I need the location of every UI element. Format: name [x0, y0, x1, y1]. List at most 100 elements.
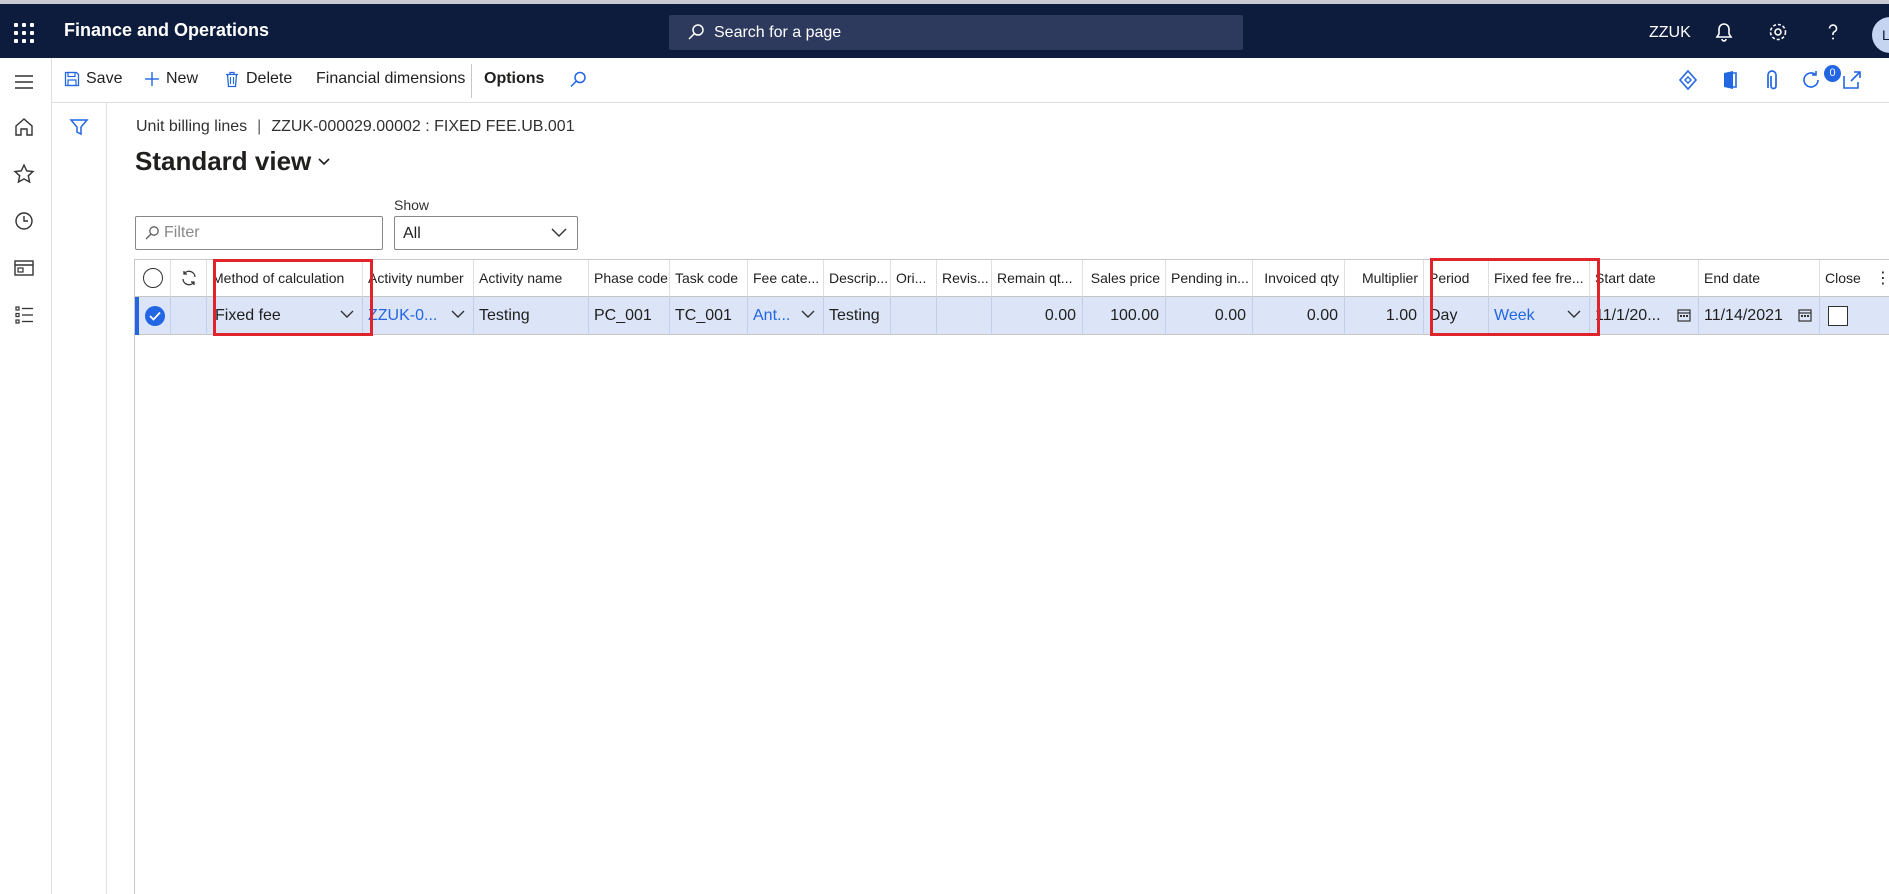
method-value: Fixed fee: [215, 307, 281, 324]
cell-multiplier[interactable]: 1.00: [1345, 297, 1424, 335]
cell-close[interactable]: [1820, 297, 1889, 335]
calendar-icon[interactable]: [1677, 308, 1691, 322]
header-activity-name[interactable]: Activity name: [474, 260, 589, 297]
trash-icon: [226, 71, 238, 87]
cell-description[interactable]: Testing: [824, 297, 891, 335]
open-new-window-icon[interactable]: [1840, 68, 1864, 92]
header-pending-invoice[interactable]: Pending in...: [1166, 260, 1253, 297]
attachment-icon[interactable]: [1760, 68, 1784, 92]
start-date-value: 11/1/20...: [1595, 307, 1661, 324]
cell-original[interactable]: [891, 297, 937, 335]
new-label: New: [166, 70, 199, 87]
chevron-down-icon[interactable]: [801, 309, 815, 319]
activity-number-value[interactable]: ZZUK-0...: [368, 307, 437, 324]
favorites-star-icon[interactable]: [13, 163, 35, 185]
header-phase-code[interactable]: Phase code: [589, 260, 670, 297]
save-icon: [64, 71, 80, 87]
modules-list-icon[interactable]: [13, 304, 35, 326]
header-original[interactable]: Ori...: [891, 260, 937, 297]
close-checkbox[interactable]: [1828, 306, 1848, 326]
bell-icon[interactable]: [1713, 21, 1735, 43]
cell-fixed-fee-frequency[interactable]: Week: [1489, 297, 1590, 335]
delete-button[interactable]: Delete: [224, 70, 292, 88]
show-dropdown[interactable]: All: [394, 216, 578, 250]
row-select[interactable]: [135, 297, 171, 335]
select-all-header[interactable]: [135, 260, 171, 297]
chevron-down-icon: [551, 228, 567, 237]
cell-remain-qty[interactable]: 0.00: [992, 297, 1083, 335]
home-icon[interactable]: [13, 116, 35, 138]
cell-pending-invoice[interactable]: 0.00: [1166, 297, 1253, 335]
cell-task-code[interactable]: TC_001: [670, 297, 748, 335]
left-navigation: [0, 58, 52, 894]
cell-activity-number[interactable]: ZZUK-0...: [363, 297, 474, 335]
cell-start-date[interactable]: 11/1/20...: [1590, 297, 1699, 335]
table-row[interactable]: Fixed fee ZZUK-0... Testing PC_001 TC_00…: [135, 297, 1889, 335]
app-title[interactable]: Finance and Operations: [64, 20, 269, 41]
power-apps-icon[interactable]: [1676, 68, 1700, 92]
header-start-date[interactable]: Start date: [1590, 260, 1699, 297]
header-multiplier[interactable]: Multiplier: [1345, 260, 1424, 297]
chevron-down-icon[interactable]: [451, 309, 465, 319]
hamburger-menu-icon[interactable]: [13, 71, 35, 93]
chevron-down-icon[interactable]: [1567, 309, 1581, 319]
user-avatar[interactable]: L: [1872, 17, 1889, 53]
office-icon[interactable]: [1718, 68, 1742, 92]
help-icon[interactable]: [1822, 21, 1844, 43]
page-search-box[interactable]: Search for a page: [669, 15, 1243, 50]
header-invoiced-qty[interactable]: Invoiced qty: [1253, 260, 1345, 297]
options-tab[interactable]: Options: [484, 70, 544, 88]
fixed-fee-frequency-value[interactable]: Week: [1494, 307, 1535, 324]
gear-icon[interactable]: [1767, 21, 1789, 43]
refresh-icon[interactable]: [1799, 68, 1823, 92]
app-launcher-icon[interactable]: [14, 23, 34, 43]
cell-phase-code[interactable]: PC_001: [589, 297, 670, 335]
header-fixed-fee-frequency[interactable]: Fixed fee fre...: [1489, 260, 1590, 297]
header-sales-price[interactable]: Sales price: [1083, 260, 1166, 297]
refresh-header[interactable]: [171, 260, 207, 297]
calendar-icon[interactable]: [1798, 308, 1812, 322]
fee-category-value[interactable]: Ant...: [753, 307, 790, 324]
delete-label: Delete: [246, 70, 293, 87]
cell-sales-price[interactable]: 100.00: [1083, 297, 1166, 335]
cell-period[interactable]: Day: [1424, 297, 1489, 335]
cell-invoiced-qty[interactable]: 0.00: [1253, 297, 1345, 335]
company-picker[interactable]: ZZUK: [1649, 24, 1691, 42]
new-button[interactable]: New: [144, 70, 198, 88]
cell-end-date[interactable]: 11/14/2021: [1699, 297, 1820, 335]
header-close[interactable]: Close ⋮: [1820, 260, 1889, 297]
cell-activity-name[interactable]: Testing: [474, 297, 589, 335]
header-fee-category[interactable]: Fee cate...: [748, 260, 824, 297]
cell-fee-category[interactable]: Ant...: [748, 297, 824, 335]
chevron-down-icon: [318, 157, 330, 165]
select-all-radio[interactable]: [143, 268, 163, 288]
view-selector[interactable]: Standard view: [135, 146, 331, 177]
workspaces-icon[interactable]: [13, 257, 35, 279]
filter-input[interactable]: [164, 223, 374, 243]
row-selected-radio[interactable]: [145, 306, 165, 326]
save-button[interactable]: Save: [64, 70, 122, 88]
page-title: Standard view: [135, 146, 312, 176]
header-description[interactable]: Descrip...: [824, 260, 891, 297]
breadcrumb-record: ZZUK-000029.00002 : FIXED FEE.UB.001: [271, 118, 575, 135]
header-activity-number[interactable]: Activity number: [363, 260, 474, 297]
chevron-down-icon[interactable]: [340, 309, 354, 319]
cell-revised[interactable]: [937, 297, 992, 335]
sync-icon[interactable]: [180, 269, 198, 287]
header-task-code[interactable]: Task code: [670, 260, 748, 297]
recent-clock-icon[interactable]: [13, 210, 35, 232]
row-status: [171, 297, 207, 335]
header-revised[interactable]: Revis...: [937, 260, 992, 297]
grid-filter-field[interactable]: [135, 216, 383, 250]
action-search-icon[interactable]: [568, 70, 588, 90]
header-method-of-calculation[interactable]: Method of calculation: [207, 260, 363, 297]
search-placeholder: Search for a page: [714, 24, 842, 41]
header-end-date[interactable]: End date: [1699, 260, 1820, 297]
financial-dimensions-button[interactable]: Financial dimensions: [316, 70, 465, 88]
plus-icon: [145, 72, 159, 86]
cell-method-of-calculation[interactable]: Fixed fee: [207, 297, 363, 335]
header-period[interactable]: Period: [1424, 260, 1489, 297]
header-remain-qty[interactable]: Remain qt...: [992, 260, 1083, 297]
filter-funnel-icon[interactable]: [69, 117, 89, 137]
more-options-icon[interactable]: ⋮: [1875, 268, 1889, 288]
